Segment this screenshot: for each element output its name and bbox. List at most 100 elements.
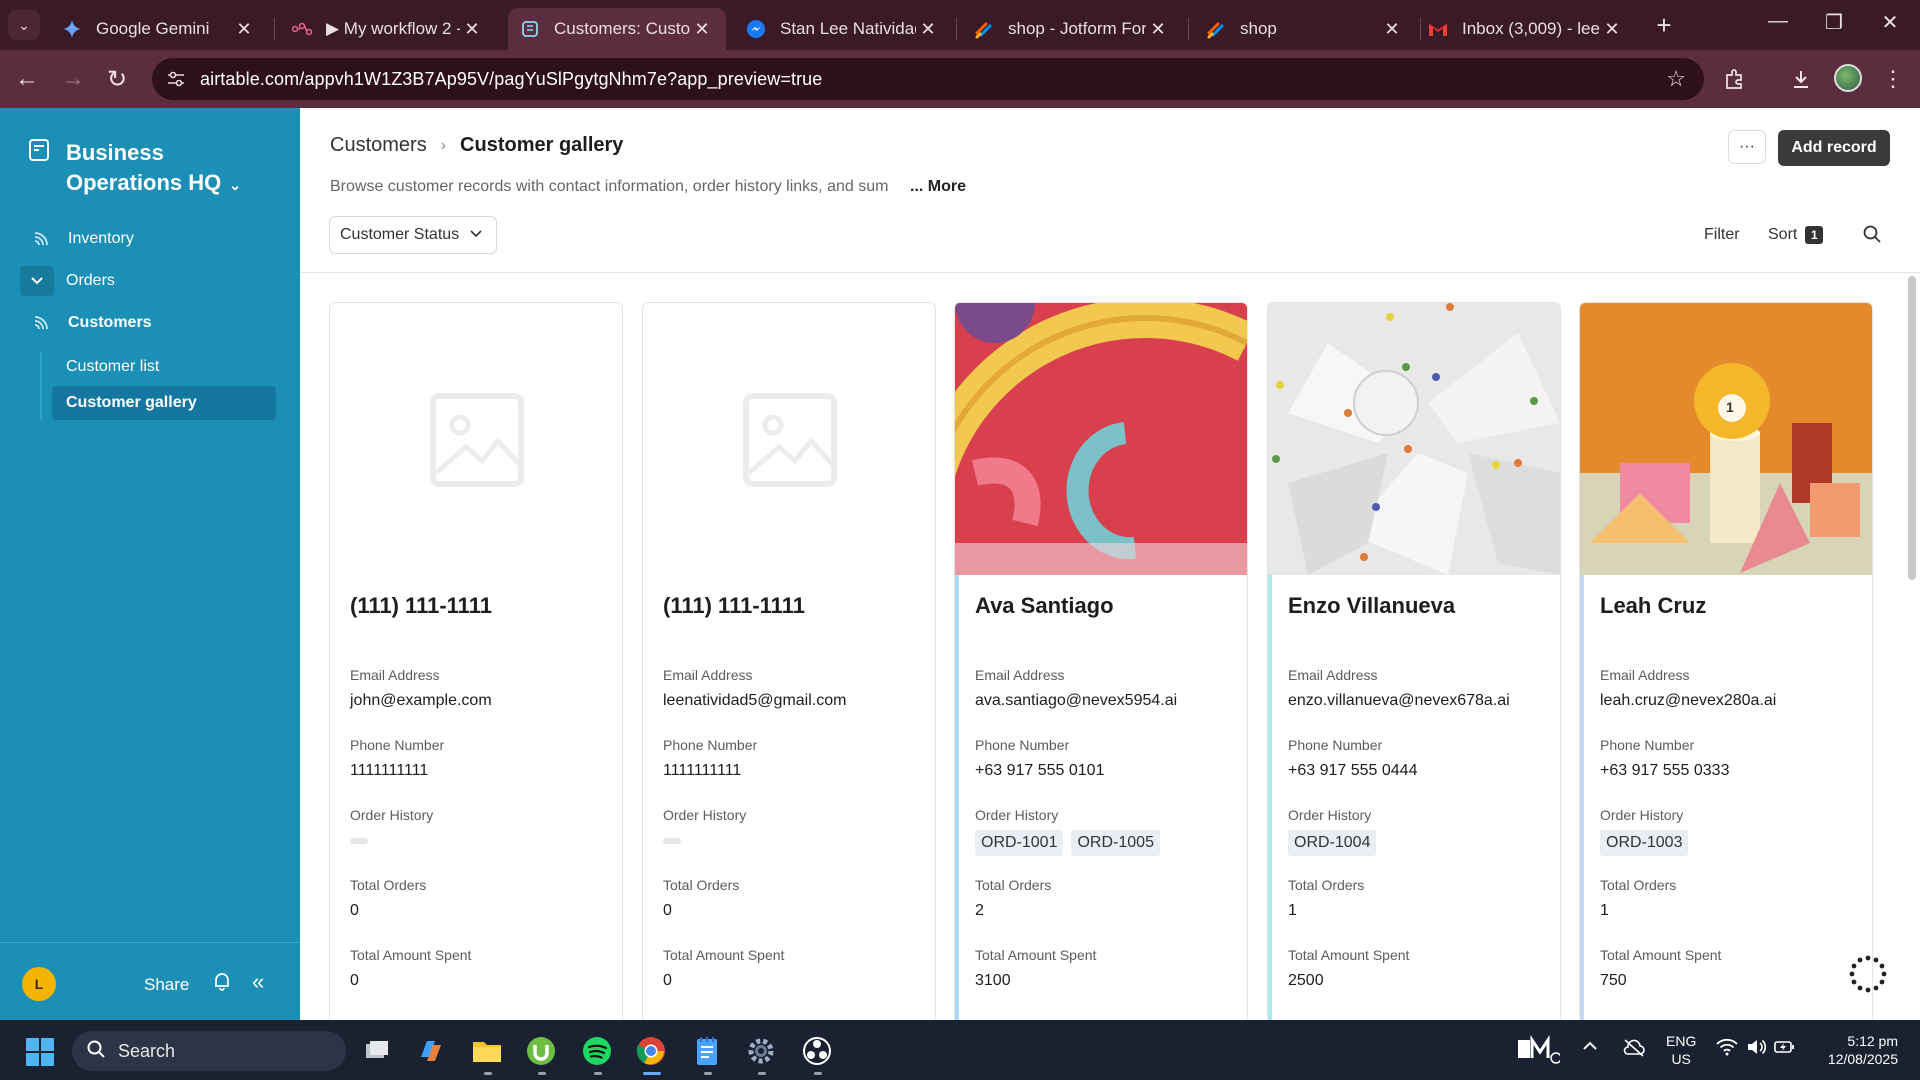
tab-title: shop - Jotform Form xyxy=(1008,19,1146,38)
record-title: Enzo Villanueva xyxy=(1288,593,1456,618)
tab-jotform-shop[interactable]: shop ✕ xyxy=(1194,8,1416,50)
record-card[interactable]: Ava Santiago Email Address ava.santiago@… xyxy=(954,302,1248,1020)
obs-icon[interactable] xyxy=(800,1034,834,1068)
tab-gemini[interactable]: Google Gemini ✕ xyxy=(50,8,268,50)
settings-gear-icon[interactable] xyxy=(744,1034,778,1068)
volume-icon[interactable] xyxy=(1746,1038,1768,1061)
record-title: (111) 111-1111 xyxy=(663,593,805,618)
breadcrumb-parent[interactable]: Customers xyxy=(330,134,427,157)
base-name-button[interactable]: Business Operations HQ ⌄ xyxy=(66,138,286,200)
extensions-icon[interactable] xyxy=(1718,62,1752,96)
wifi-icon[interactable] xyxy=(1716,1038,1738,1061)
filter-button[interactable]: Filter xyxy=(1704,226,1740,244)
spotify-icon[interactable] xyxy=(580,1034,614,1068)
restore-icon[interactable]: ❐ xyxy=(1814,10,1854,35)
sidebar-subitem-customer-list[interactable]: Customer list xyxy=(52,350,276,384)
record-card[interactable]: (111) 111-1111 Email Address john@exampl… xyxy=(329,302,623,1020)
record-card[interactable]: Enzo Villanueva Email Address enzo.villa… xyxy=(1267,302,1561,1020)
collapse-sidebar-icon[interactable]: « xyxy=(252,969,264,995)
close-icon[interactable]: ✕ xyxy=(1600,19,1624,40)
close-icon[interactable]: ✕ xyxy=(232,19,256,40)
forward-icon[interactable]: → xyxy=(56,62,90,96)
close-icon[interactable]: ✕ xyxy=(1380,19,1404,40)
order-link-pill[interactable]: ORD-1003 xyxy=(1600,830,1689,856)
field-label: Order History xyxy=(1288,807,1372,823)
utorrent-icon[interactable] xyxy=(524,1034,558,1068)
chrome-icon[interactable] xyxy=(634,1034,668,1068)
add-record-button[interactable]: Add record xyxy=(1778,130,1890,166)
tab-messenger[interactable]: Stan Lee Natividad | Facebook ✕ xyxy=(734,8,952,50)
battery-icon[interactable] xyxy=(1774,1038,1796,1061)
user-avatar[interactable]: L xyxy=(22,967,56,1001)
copilot-icon[interactable] xyxy=(414,1034,448,1068)
sidebar-item-customers[interactable]: Customers xyxy=(20,306,276,340)
search-icon[interactable] xyxy=(1862,224,1882,249)
sidebar-item-label: Inventory xyxy=(68,230,134,247)
main-content: Customers › Customer gallery ··· Add rec… xyxy=(300,108,1920,1020)
minimize-icon[interactable]: — xyxy=(1758,10,1798,33)
tab-jotform-form[interactable]: shop - Jotform Form ✕ xyxy=(962,8,1182,50)
address-bar[interactable]: airtable.com/appvh1W1Z3B7Ap95V/pagYuSlPg… xyxy=(152,58,1704,100)
bell-icon[interactable] xyxy=(212,971,232,996)
total-orders-value: 0 xyxy=(350,902,359,919)
tab-title: Stan Lee Natividad | Facebook xyxy=(780,19,916,38)
tab-gmail[interactable]: Inbox (3,009) - leenatividad ✕ xyxy=(1416,8,1636,50)
status-accent xyxy=(643,575,647,1020)
window-close-icon[interactable]: ✕ xyxy=(1870,10,1910,35)
tab-title: shop xyxy=(1240,19,1277,38)
close-icon[interactable]: ✕ xyxy=(460,19,484,40)
tab-airtable[interactable]: Customers: Customer gallery ✕ xyxy=(508,8,726,50)
record-card[interactable]: (111) 111-1111 Email Address leenativida… xyxy=(642,302,936,1020)
back-icon[interactable]: ← xyxy=(10,62,44,96)
chevron-down-icon[interactable] xyxy=(20,266,54,296)
file-explorer-icon[interactable] xyxy=(470,1034,504,1068)
tab-n8n[interactable]: ▶ My workflow 2 - n8n ✕ xyxy=(280,8,496,50)
profile-avatar[interactable] xyxy=(1834,64,1862,92)
record-card[interactable]: 1 Leah Cruz Email Address leah.cruz@neve… xyxy=(1579,302,1873,1020)
sidebar-item-label: Customers xyxy=(68,314,152,331)
order-link-pill[interactable]: ORD-1004 xyxy=(1288,830,1377,856)
gemini-icon xyxy=(62,19,82,39)
total-orders-value: 1 xyxy=(1600,902,1609,919)
order-history-list: ORD-1001 ORD-1005 xyxy=(975,830,1160,856)
order-history-list xyxy=(663,830,681,844)
chevron-up-icon[interactable] xyxy=(1582,1038,1598,1059)
sort-button[interactable]: Sort 1 xyxy=(1768,226,1824,244)
sidebar-item-inventory[interactable]: Inventory xyxy=(20,222,276,256)
close-icon[interactable]: ✕ xyxy=(690,19,714,40)
sort-count-badge: 1 xyxy=(1805,226,1824,244)
download-icon[interactable] xyxy=(1784,62,1818,96)
customer-status-filter[interactable]: Customer Status xyxy=(329,216,497,254)
sidebar-item-orders[interactable]: Orders xyxy=(20,264,276,298)
windows-start-icon[interactable] xyxy=(26,1038,54,1071)
system-clock[interactable]: 5:12 pm 12/08/2025 xyxy=(1818,1032,1898,1068)
new-tab-button[interactable]: + xyxy=(1648,10,1680,41)
image-placeholder xyxy=(643,303,935,575)
taskbar-search[interactable]: Search xyxy=(72,1031,346,1071)
language-indicator[interactable]: ENG US xyxy=(1666,1032,1696,1068)
loading-spinner-icon xyxy=(1848,954,1888,999)
bookmark-star-icon[interactable]: ☆ xyxy=(1666,66,1686,92)
vertical-scrollbar[interactable] xyxy=(1908,276,1916,580)
site-settings-icon[interactable] xyxy=(152,71,200,87)
description-more-link[interactable]: ... More xyxy=(910,178,966,196)
order-link-pill[interactable]: ORD-1001 xyxy=(975,830,1064,856)
share-button[interactable]: Share xyxy=(144,975,189,995)
status-accent xyxy=(1580,575,1584,1020)
chevron-down-icon xyxy=(470,225,482,241)
close-icon[interactable]: ✕ xyxy=(1146,19,1170,40)
phone-value: +63 917 555 0444 xyxy=(1288,762,1418,779)
task-view-icon[interactable] xyxy=(360,1034,394,1068)
tab-search-dropdown[interactable]: ⌄ xyxy=(8,10,40,40)
notepad-icon[interactable] xyxy=(690,1034,724,1068)
cloud-offline-icon[interactable] xyxy=(1622,1038,1646,1063)
reload-icon[interactable]: ↻ xyxy=(100,62,134,96)
browser-menu-icon[interactable]: ⋮ xyxy=(1876,62,1910,96)
close-icon[interactable]: ✕ xyxy=(916,19,940,40)
order-link-pill[interactable]: ORD-1005 xyxy=(1071,830,1160,856)
breadcrumb: Customers › Customer gallery xyxy=(330,134,623,157)
sidebar-subitem-customer-gallery[interactable]: Customer gallery xyxy=(52,386,276,420)
more-options-button[interactable]: ··· xyxy=(1728,130,1766,164)
feed-icon xyxy=(28,315,54,331)
news-widget-icon[interactable] xyxy=(1516,1034,1562,1069)
